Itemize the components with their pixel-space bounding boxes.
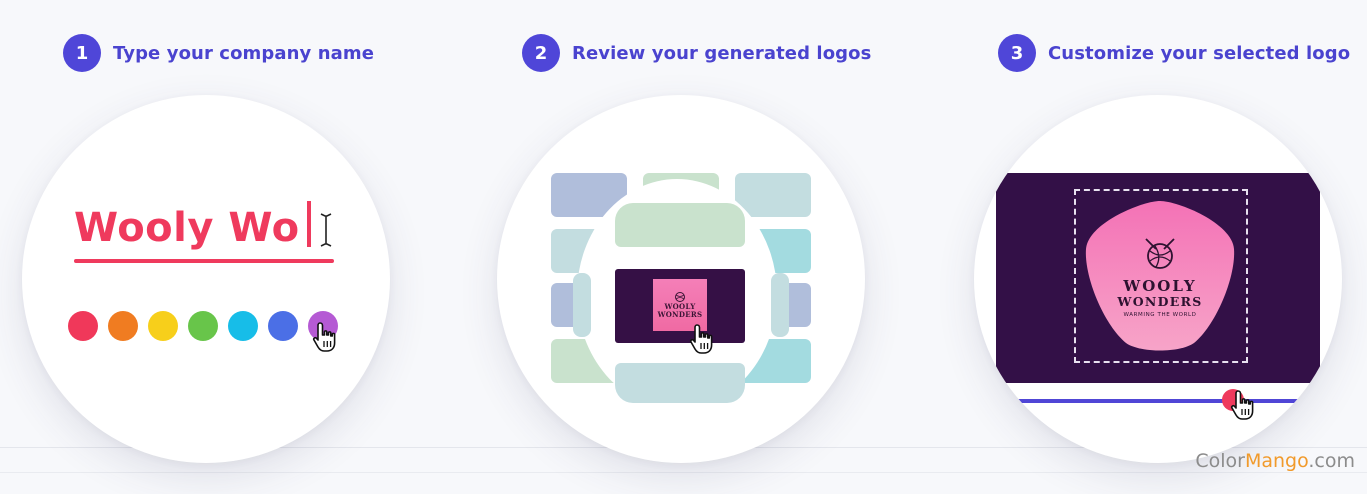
type-name-illustration: Wooly Wo: [22, 95, 390, 463]
footer-divider-2: [0, 472, 1367, 473]
text-caret: [307, 201, 311, 247]
color-swatch[interactable]: [108, 311, 138, 341]
review-logos-illustration: WOOLY WONDERS: [497, 95, 865, 463]
step-3-number: 3: [998, 34, 1036, 72]
step-1-label: Type your company name: [113, 42, 375, 64]
color-swatch[interactable]: [68, 311, 98, 341]
step-1-number: 1: [63, 34, 101, 72]
step-2-number: 2: [522, 34, 560, 72]
customize-logo-illustration: WOOLY WONDERS WARMING THE WORLD: [974, 95, 1342, 463]
color-swatch[interactable]: [228, 311, 258, 341]
color-swatch[interactable]: [268, 311, 298, 341]
color-swatch[interactable]: [148, 311, 178, 341]
watermark-part1: Color: [1195, 450, 1245, 472]
hand-pointer-icon: [312, 322, 336, 352]
logo-thumbnail: [771, 273, 789, 337]
logo-thumbnail: [615, 203, 745, 247]
step-2-label: Review your generated logos: [572, 42, 872, 64]
customize-slider[interactable]: [996, 399, 1320, 403]
mini-logo-line2: WONDERS: [657, 310, 703, 319]
logo-thumbnail: [573, 273, 591, 337]
color-swatch[interactable]: [188, 311, 218, 341]
logo-tagline: WARMING THE WORLD: [1123, 312, 1197, 318]
watermark-part2: Mango: [1244, 450, 1309, 472]
watermark-part3: .com: [1308, 450, 1355, 472]
text-cursor-icon: [320, 213, 332, 247]
logo-title-line2: WONDERS: [1117, 294, 1203, 309]
watermark: ColorMango.com: [1195, 450, 1355, 472]
step-3-header: 3 Customize your selected logo: [998, 34, 1350, 72]
logo-title-line1: WOOLY: [1123, 277, 1197, 295]
step-1-header: 1 Type your company name: [63, 34, 374, 72]
logo-thumbnail: [615, 363, 745, 403]
logo-shape: [1085, 201, 1235, 351]
hand-pointer-icon: [1230, 390, 1254, 420]
yarn-ball-icon: [1145, 238, 1175, 269]
input-underline: [74, 259, 334, 263]
hand-pointer-icon: [689, 324, 713, 354]
company-name-input[interactable]: Wooly Wo: [74, 205, 300, 251]
color-swatches: [68, 311, 338, 341]
step-2-header: 2 Review your generated logos: [522, 34, 871, 72]
step-3-label: Customize your selected logo: [1048, 42, 1351, 64]
